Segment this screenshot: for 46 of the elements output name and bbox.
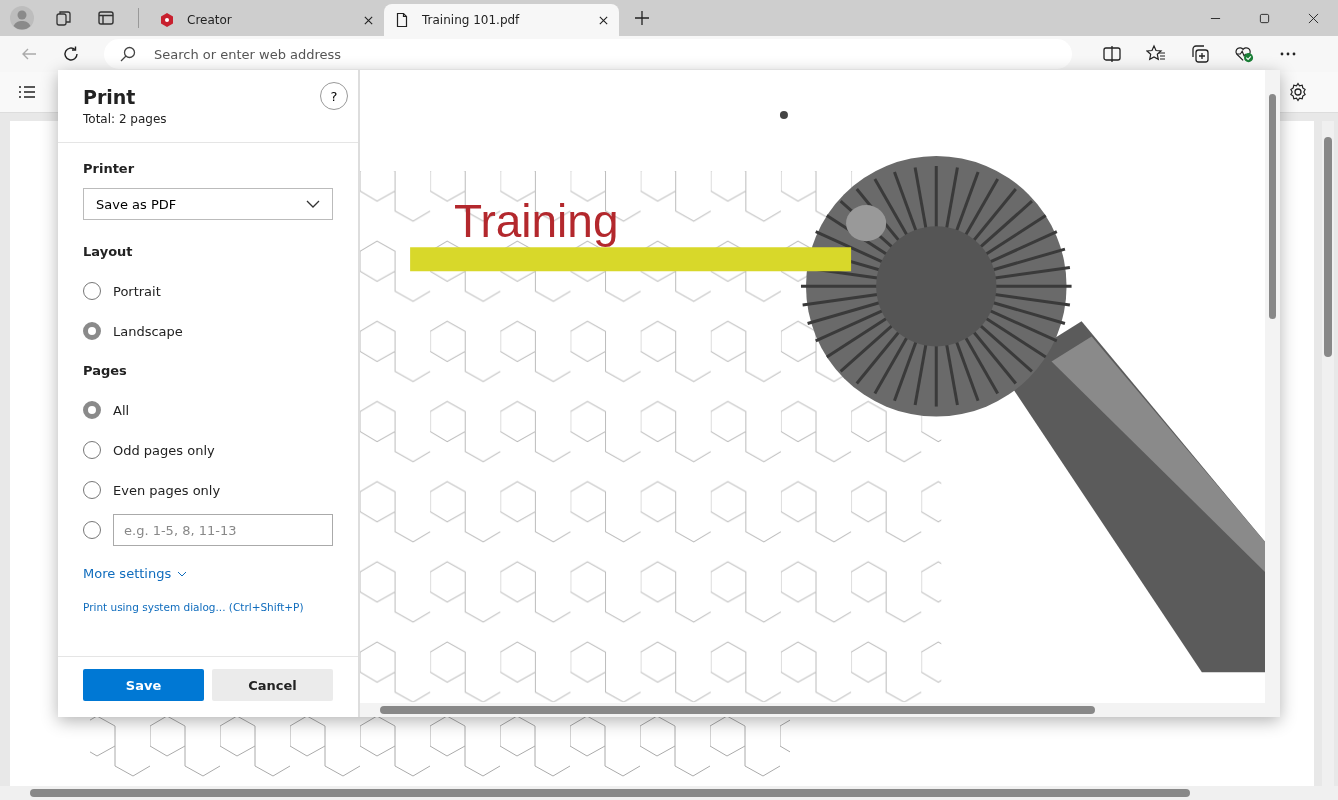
chevron-down-icon <box>177 570 188 577</box>
search-icon <box>120 46 136 62</box>
tab-actions-icon[interactable] <box>96 8 116 28</box>
radio-button[interactable] <box>83 401 101 419</box>
settings-icon[interactable] <box>1288 82 1308 102</box>
workspaces-icon[interactable] <box>54 8 74 28</box>
more-settings-link[interactable]: More settings <box>83 566 333 581</box>
app-logo-icon <box>159 12 175 28</box>
radio-button[interactable] <box>83 322 101 340</box>
section-label: Layout <box>83 244 134 259</box>
browser-tab[interactable]: Training 101.pdf <box>384 4 619 36</box>
close-tab-icon[interactable] <box>363 14 374 26</box>
refresh-icon[interactable] <box>62 45 80 63</box>
list-icon[interactable] <box>18 85 36 99</box>
help-button[interactable]: ? <box>320 82 348 110</box>
option-label: Portrait <box>113 283 161 299</box>
page-total: Total: 2 pages <box>83 112 167 126</box>
horizontal-scrollbar[interactable] <box>0 786 1338 800</box>
printer-dropdown[interactable]: Save as PDF <box>83 188 333 220</box>
split-screen-icon[interactable] <box>1102 44 1122 64</box>
address-bar[interactable]: Search or enter web address <box>104 39 1072 69</box>
close-window-icon[interactable] <box>1308 12 1319 24</box>
save-button[interactable]: Save <box>83 669 204 701</box>
preview-horizontal-scrollbar[interactable] <box>360 703 1280 717</box>
collections-icon[interactable] <box>1190 44 1210 64</box>
cancel-button[interactable]: Cancel <box>212 669 333 701</box>
option-label: Even pages only <box>113 482 221 498</box>
preview-scrollbar[interactable] <box>1265 70 1280 703</box>
close-tab-icon[interactable] <box>598 14 609 26</box>
browser-tab[interactable]: Creator <box>149 4 384 36</box>
new-tab-icon[interactable] <box>635 11 649 25</box>
option-label: All <box>113 402 130 418</box>
document-icon <box>394 12 410 28</box>
option-label: Landscape <box>113 323 183 339</box>
section-label: Printer <box>83 161 136 176</box>
system-dialog-link[interactable]: Print using system dialog... (Ctrl+Shift+P) <box>83 601 333 613</box>
vertical-scrollbar[interactable] <box>1322 121 1334 786</box>
heart-pulse-check-icon[interactable] <box>1234 44 1254 64</box>
section-label: Pages <box>83 363 128 378</box>
maximize-icon[interactable] <box>1259 12 1270 24</box>
chevron-down-icon <box>306 200 320 208</box>
dialog-title: Print <box>83 86 137 108</box>
tab-title: Training 101.pdf <box>422 13 521 27</box>
option-label: Odd pages only <box>113 442 215 458</box>
page-range-field[interactable]: e.g. 1-5, 8, 11-13 <box>113 514 333 546</box>
tab-title: Creator <box>187 13 233 27</box>
